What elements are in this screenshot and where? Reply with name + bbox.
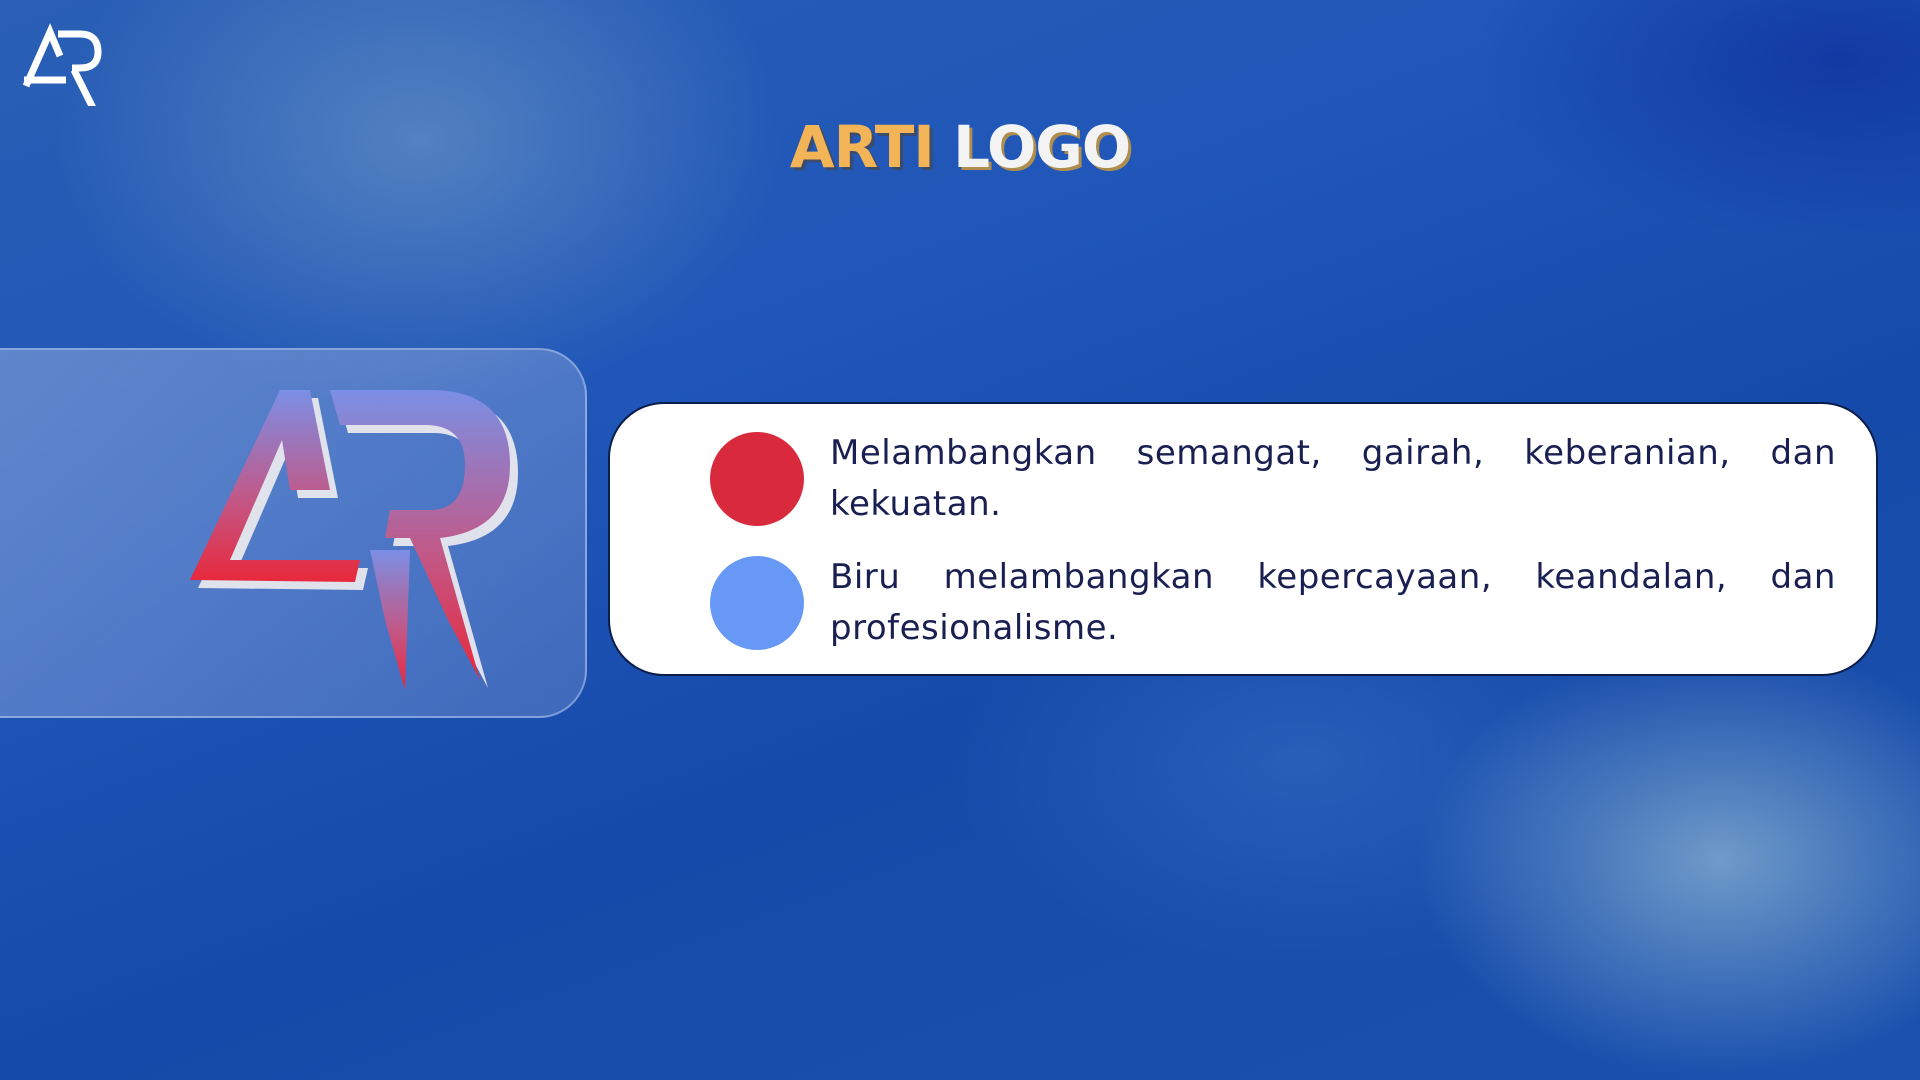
page-title: ARTI LOGO [0, 112, 1920, 182]
meaning-text-red: Melambangkan semangat, gairah, keberania… [830, 433, 1836, 524]
meaning-row-blue: Biru melambangkan kepercayaan, keandalan… [710, 552, 1836, 654]
meaning-row-red: Melambangkan semangat, gairah, keberania… [710, 428, 1836, 530]
blue-color-swatch [710, 556, 804, 650]
meaning-text-blue: Biru melambangkan kepercayaan, keandalan… [830, 557, 1836, 648]
ar-logo-icon [22, 23, 102, 106]
logo-meaning-card: Melambangkan semangat, gairah, keberania… [608, 402, 1878, 676]
title-main-word: LOGO [953, 113, 1131, 181]
title-accent-word: ARTI [789, 113, 935, 181]
red-color-swatch [710, 432, 804, 526]
ar-logo-large-icon [190, 390, 518, 690]
